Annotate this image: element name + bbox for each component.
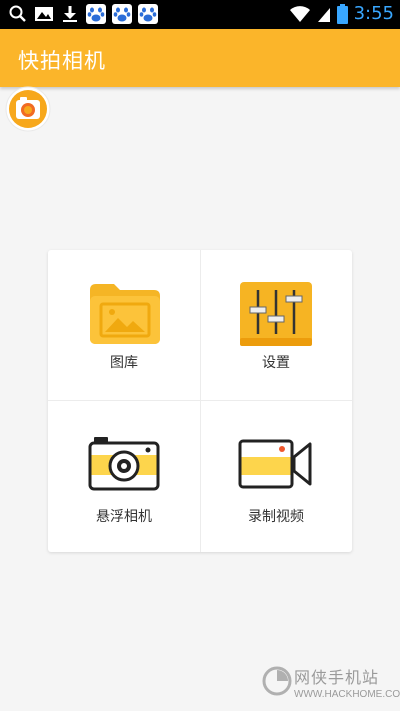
signal-icon [317,8,330,22]
hackhome-logo-icon [262,666,292,696]
image-icon [35,7,53,21]
baidu-paw-icon [86,4,106,24]
video-camera-icon [238,439,312,489]
menu-item-settings[interactable]: 设置 [200,250,352,400]
baidu-paw-icon [138,4,158,24]
menu-item-gallery[interactable]: 图库 [48,250,200,400]
floating-camera-button[interactable] [5,86,51,132]
gallery-folder-icon [90,284,160,344]
clock: 3:55 [353,3,394,24]
baidu-paw-icon [112,4,132,24]
download-icon [63,6,77,22]
menu-item-label: 录制视频 [248,509,304,525]
search-icon [9,5,26,22]
wifi-icon [289,6,310,22]
camera-icon [88,437,160,491]
settings-sliders-icon [240,282,312,346]
menu-item-record-video[interactable]: 录制视频 [200,401,352,551]
app-title: 快拍相机 [18,49,106,73]
menu-item-label: 设置 [262,355,290,371]
menu-item-label: 图库 [110,355,138,371]
status-bar: 3:55 [0,0,400,29]
battery-icon [336,4,348,24]
watermark-url: WWW.HACKHOME.COM [294,689,400,700]
menu-item-floating-camera[interactable]: 悬浮相机 [48,401,200,551]
app-bar: 快拍相机 [0,29,400,87]
watermark: 网侠手机站 WWW.HACKHOME.COM [262,662,400,708]
menu-grid: 图库 设置 悬浮相机 录制视频 [48,250,352,552]
menu-item-label: 悬浮相机 [96,509,152,525]
watermark-text: 网侠手机站 [294,668,380,687]
